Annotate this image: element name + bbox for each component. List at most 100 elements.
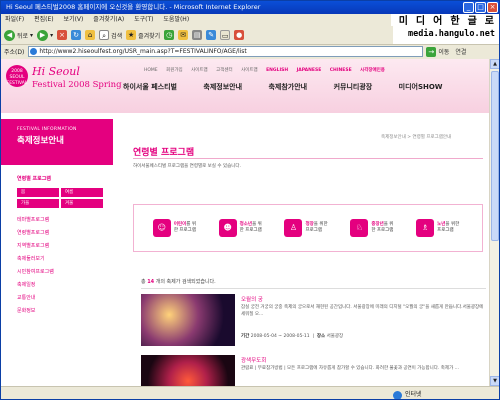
sidebar-item-age[interactable]: 연령별프로그램 [17,229,113,236]
discuss-icon[interactable]: ▭ [220,30,231,40]
site-logo[interactable]: 2008 SEOUL FESTIVAL Hi Seoul Festival 20… [6,65,122,105]
main-nav-info[interactable]: 축제정보안내 [203,83,242,91]
address-label: 주소(D) [4,49,25,56]
vertical-scrollbar[interactable]: ▲ ▼ [489,59,499,386]
top-nav-support[interactable]: 고객센터 [216,68,233,73]
go-button[interactable]: → 이동 [426,46,449,57]
event-thumbnail[interactable] [141,294,235,346]
lang-chinese[interactable]: CHINESE [330,68,352,73]
menu-view[interactable]: 보기(V) [60,14,88,26]
sidebar-header: FESTIVAL INFORMATION 축제정보안내 [1,119,113,165]
minimize-button[interactable]: _ [463,2,474,13]
sidebar-item-culture[interactable]: 문화정보 [17,307,113,314]
sidebar-item-transport[interactable]: 교통안내 [17,294,113,301]
sidebar-item-region[interactable]: 지역별프로그램 [17,242,113,249]
close-button[interactable]: × [487,2,498,13]
menu-tools[interactable]: 도구(T) [130,14,157,26]
sidebar-header-ko: 축제정보안내 [17,136,64,146]
lang-english[interactable]: ENGLISH [266,68,288,73]
go-arrow-icon: → [426,46,437,57]
program-adult[interactable]: ♙ 청장을 위한 프로그램 [284,219,331,237]
scroll-up-icon[interactable]: ▲ [490,59,499,69]
mail-icon[interactable]: ✉ [178,30,189,40]
menu-edit[interactable]: 편집(E) [30,14,58,26]
search-button[interactable]: ⌕ 검색 [99,30,122,40]
sidebar-item-tour[interactable]: 축제둘러보기 [17,255,113,262]
main-nav-festival[interactable]: 하이서울 페스티벌 [123,83,177,91]
sidebar-header-en: FESTIVAL INFORMATION [17,127,77,132]
forward-button[interactable]: ▶ ▾ [37,29,53,41]
browser-window: Hi Seoul 페스티벌2008 홈페이지에 오신것을 환영합니다. - Mi… [0,0,500,400]
logo-main: Hi Seoul [32,65,80,78]
age-button-grid: 봄 여름 가을 겨울 [17,188,113,208]
main-nav-media[interactable]: 미디어SHOW [399,83,443,91]
top-nav-home[interactable]: HOME [144,68,158,73]
event-title[interactable]: 오월의 궁 [241,295,263,303]
teen-icon: ☻ [218,219,237,237]
page-description: 하이서울페스티벌 프로그램을 연령별로 보실 수 있습니다. [133,164,241,169]
event-meta: 기간 2008-05-04 ~ 2008-05-11 | 장소 서울광장 [241,334,344,339]
top-nav-join[interactable]: 회원가입 [166,68,183,73]
age-button-3[interactable]: 가을 [17,199,59,208]
program-middle-age-label: 중장년을 위한 프로그램 [371,222,397,234]
maximize-button[interactable]: □ [475,2,486,13]
sidebar-item-schedule[interactable]: 축제일정 [17,281,113,288]
toolbar: ◀ 뒤로 ▾ ▶ ▾ × ↻ ⌂ ⌕ 검색 ★ 즐겨찾기 ◷ ✉ ▤ ✎ ▭ ● [1,26,393,44]
program-middle-age[interactable]: ♘ 중장년을 위한 프로그램 [350,219,397,237]
senior-icon: ♗ [416,219,435,237]
address-bar: 주소(D) http://www2.hiseoulfest.org/USR_ma… [1,44,499,58]
main-nav-participate[interactable]: 축제참가안내 [268,83,307,91]
scroll-down-icon[interactable]: ▼ [490,376,499,386]
event-title[interactable]: 광색무도회 [241,356,266,364]
print-icon[interactable]: ▤ [192,30,203,40]
title-divider [133,158,483,159]
address-url: http://www2.hiseoulfest.org/USR_main.asp… [39,48,247,55]
forward-arrow-icon: ▶ [37,29,49,41]
program-teen-label: 청소년을 위한 프로그램 [240,222,266,234]
messenger-icon[interactable]: ● [234,30,245,40]
links-button[interactable]: 연결 [455,47,466,56]
menu-favorites[interactable]: 즐겨찾기(A) [89,14,128,26]
refresh-icon[interactable]: ↻ [71,30,82,40]
back-label: 뒤로 [17,32,29,40]
sidebar-item-theme[interactable]: 테마별프로그램 [17,216,113,223]
program-adult-emph: 청장 [305,222,314,227]
age-button-4[interactable]: 겨울 [61,199,103,208]
edit-icon[interactable]: ✎ [206,30,217,40]
sidebar-item-age-program[interactable]: 연령별 프로그램 [17,175,113,182]
stop-icon[interactable]: × [57,30,68,40]
lang-japanese[interactable]: JAPANESE [297,68,322,73]
program-senior-label: 노년을 위한 프로그램 [437,222,463,234]
program-child[interactable]: ☺ 어린이를 위한 프로그램 [152,219,200,237]
sidebar-item-citizen[interactable]: 시민참여프로그램 [17,268,113,275]
program-senior[interactable]: ♗ 노년을 위한 프로그램 [416,219,463,237]
status-bar: 인터넷 [1,386,499,399]
top-nav-sitemap[interactable]: 사이트맵 [191,68,208,73]
event-thumbnail[interactable] [141,355,235,386]
age-button-1[interactable]: 봄 [17,188,59,197]
scroll-thumb[interactable] [491,71,499,241]
history-icon[interactable]: ◷ [164,30,175,40]
menu-file[interactable]: 파일(F) [1,14,28,26]
main-nav-community[interactable]: 커뮤니티광장 [334,83,373,91]
logo-badge: 2008 SEOUL FESTIVAL [6,65,28,87]
child-icon: ☺ [152,219,171,237]
security-zone: 인터넷 [393,388,422,399]
home-icon[interactable]: ⌂ [85,30,96,40]
back-button[interactable]: ◀ 뒤로 ▾ [4,29,34,41]
age-button-2[interactable]: 여름 [61,188,103,197]
program-adult-label: 청장을 위한 프로그램 [305,222,331,234]
list-item: 오월의 궁 잠실 궁전 거궁의 궁중 축제의 궁으로서 재현된 공간입니다. 서… [141,294,486,350]
breadcrumb: 축제정보안내 > 연령별 프로그램안내 [381,135,452,140]
lang-accessible[interactable]: 시각장애인용 [360,68,385,73]
page-viewport: 2008 SEOUL FESTIVAL Hi Seoul Festival 20… [1,59,491,386]
menu-help[interactable]: 도움말(H) [159,14,193,26]
adult-icon: ♙ [284,219,303,237]
top-nav-sitemap-2[interactable]: 사이트맵 [241,68,258,73]
chevron-down-icon: ▾ [30,31,34,39]
address-input[interactable]: http://www2.hiseoulfest.org/USR_main.asp… [28,46,424,57]
favorites-button[interactable]: ★ 즐겨찾기 [126,30,160,40]
program-teen[interactable]: ☻ 청소년을 위한 프로그램 [218,219,266,237]
window-controls: _ □ × [463,2,498,13]
program-middle-age-emph: 중장년 [371,222,384,227]
